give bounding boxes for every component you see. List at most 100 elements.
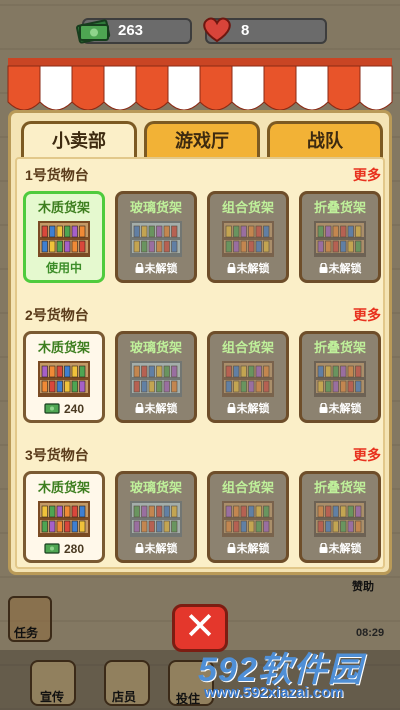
- shelf-name: 木质货架: [37, 340, 90, 355]
- tab-team[interactable]: 战队: [267, 121, 383, 159]
- locked-label: 未解锁: [118, 540, 194, 556]
- wood-shelf-image: [38, 501, 90, 537]
- lock-icon: [135, 263, 143, 273]
- shelf-card-glass[interactable]: 玻璃货架 未解锁: [115, 191, 197, 283]
- top-stats-bar: 263 8: [0, 17, 400, 48]
- shelf-card-folding[interactable]: 折叠货架 未解锁: [299, 191, 381, 283]
- watermark-url: www.592xiazai.com: [204, 684, 344, 701]
- combo-shelf-image: [222, 501, 274, 537]
- stand-header: 1号货物台 更多: [23, 165, 381, 187]
- glass-shelf-image: [130, 221, 182, 257]
- cash-icon: [44, 543, 60, 554]
- stand-section: 3号货物台 更多 木质货架 280 玻璃货架 未解锁 组合货架 未解锁 折叠货架: [23, 445, 381, 579]
- awning-stripe: [135, 65, 169, 111]
- awning-stripe: [359, 65, 393, 111]
- awning-stripe: [231, 65, 265, 111]
- shelf-list: 1号货物台 更多 木质货架 使用中 玻璃货架 未解锁 组合货架 未解锁 折叠货架: [15, 157, 385, 569]
- more-link[interactable]: 更多: [353, 445, 381, 465]
- awning-stripe: [295, 65, 329, 111]
- more-link[interactable]: 更多: [353, 165, 381, 185]
- staff-label: 店员: [112, 690, 137, 704]
- awning-stripe: [327, 65, 361, 111]
- lock-icon: [319, 263, 327, 273]
- awning-stripe: [199, 65, 233, 111]
- awning-stripe: [263, 65, 297, 111]
- shelf-name: 组合货架: [221, 200, 274, 215]
- lock-icon: [227, 543, 235, 553]
- locked-label: 未解锁: [210, 260, 286, 276]
- lock-icon: [227, 403, 235, 413]
- tab-arcade[interactable]: 游戏厅: [144, 121, 260, 159]
- shelf-card-wood[interactable]: 木质货架 使用中: [23, 191, 105, 283]
- awning-stripe: [167, 65, 201, 111]
- folding-shelf-image: [314, 221, 366, 257]
- shop-panel: 小卖部 游戏厅 战队 1号货物台 更多 木质货架 使用中 玻璃货架 未解锁 组合…: [8, 110, 392, 575]
- locked-label: 未解锁: [118, 260, 194, 276]
- shelf-name: 玻璃货架: [129, 340, 182, 355]
- shelf-card-combo[interactable]: 组合货架 未解锁: [207, 331, 289, 423]
- sponsor-label[interactable]: 赞助: [352, 578, 374, 594]
- awning-stripe: [71, 65, 105, 111]
- shelf-card-folding[interactable]: 折叠货架 未解锁: [299, 331, 381, 423]
- shelf-name: 组合货架: [221, 340, 274, 355]
- tab-bar: 小卖部 游戏厅 战队: [21, 121, 383, 159]
- stand-title: 2号货物台: [25, 307, 89, 323]
- lock-icon: [319, 543, 327, 553]
- stand-title: 3号货物台: [25, 447, 89, 463]
- shelf-card-wood[interactable]: 木质货架 240: [23, 331, 105, 423]
- shelf-name: 折叠货架: [313, 200, 366, 215]
- heart-icon: [203, 17, 231, 43]
- in-use-label: 使用中: [45, 261, 82, 275]
- promo-label: 宣传: [40, 690, 65, 704]
- shelf-name: 玻璃货架: [129, 480, 182, 495]
- cash-counter: 263: [76, 18, 192, 44]
- awning-stripe: [103, 65, 137, 111]
- cash-value: 263: [118, 22, 144, 39]
- locked-label: 未解锁: [118, 400, 194, 416]
- stand-header: 2号货物台 更多: [23, 305, 381, 327]
- shelf-name: 木质货架: [37, 200, 90, 215]
- stand-section: 1号货物台 更多 木质货架 使用中 玻璃货架 未解锁 组合货架 未解锁 折叠货架: [23, 165, 381, 299]
- shelf-name: 玻璃货架: [129, 200, 182, 215]
- lock-icon: [319, 403, 327, 413]
- glass-shelf-image: [130, 501, 182, 537]
- folding-shelf-image: [314, 501, 366, 537]
- shelf-card-combo[interactable]: 组合货架 未解锁: [207, 471, 289, 563]
- task-label: 任务: [14, 626, 39, 640]
- wood-shelf-image: [38, 221, 90, 257]
- price-label: 240: [26, 402, 102, 416]
- lock-icon: [135, 543, 143, 553]
- shelf-card-combo[interactable]: 组合货架 未解锁: [207, 191, 289, 283]
- shelf-card-wood[interactable]: 木质货架 280: [23, 471, 105, 563]
- tab-store[interactable]: 小卖部: [21, 121, 137, 159]
- shelf-name: 折叠货架: [313, 480, 366, 495]
- stand-header: 3号货物台 更多: [23, 445, 381, 467]
- price-label: 280: [26, 542, 102, 556]
- shelf-card-glass[interactable]: 玻璃货架 未解锁: [115, 471, 197, 563]
- combo-shelf-image: [222, 221, 274, 257]
- awning-stripe: [7, 65, 41, 111]
- timer-label: 08:29: [356, 627, 385, 639]
- shelf-name: 折叠货架: [313, 340, 366, 355]
- shelf-name: 木质货架: [37, 480, 90, 495]
- cash-icon: [44, 403, 60, 414]
- hearts-value: 8: [241, 22, 250, 39]
- combo-shelf-image: [222, 361, 274, 397]
- locked-label: 未解锁: [302, 540, 378, 556]
- shelf-card-folding[interactable]: 折叠货架 未解锁: [299, 471, 381, 563]
- hearts-counter: 8: [203, 17, 327, 44]
- wood-shelf-image: [38, 361, 90, 397]
- cash-icon: [76, 19, 111, 44]
- stand-title: 1号货物台: [25, 167, 89, 183]
- awning-stripe: [39, 65, 73, 111]
- lock-icon: [135, 403, 143, 413]
- more-link[interactable]: 更多: [353, 305, 381, 325]
- lock-icon: [227, 263, 235, 273]
- locked-label: 未解锁: [210, 540, 286, 556]
- locked-label: 未解锁: [302, 260, 378, 276]
- shelf-name: 组合货架: [221, 480, 274, 495]
- shelf-card-glass[interactable]: 玻璃货架 未解锁: [115, 331, 197, 423]
- invest-label: 投住: [176, 692, 201, 706]
- stand-section: 2号货物台 更多 木质货架 240 玻璃货架 未解锁 组合货架 未解锁 折叠货架: [23, 305, 381, 439]
- glass-shelf-image: [130, 361, 182, 397]
